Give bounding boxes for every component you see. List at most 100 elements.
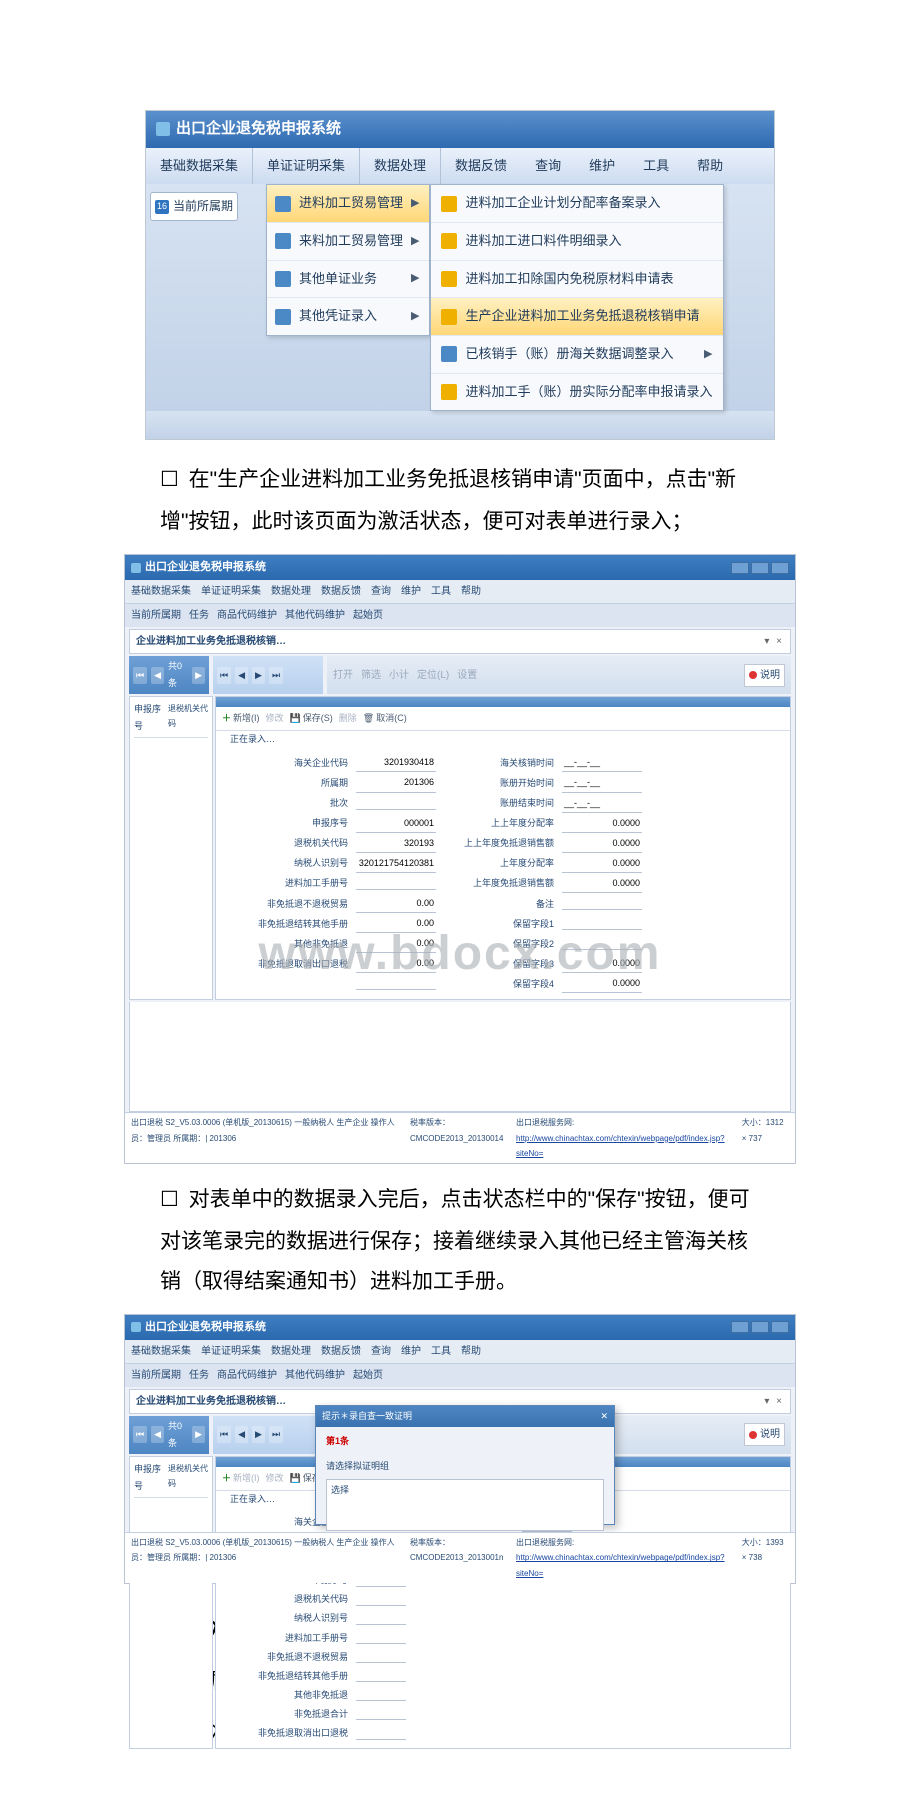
nav-prev-icon[interactable]: ◀ [151, 1426, 164, 1443]
menubar-item[interactable]: 数据反馈 [321, 1342, 361, 1361]
menu-item-other-voucher[interactable]: 其他凭证录入 ▶ [267, 297, 429, 335]
field-value[interactable]: __-__-__ [562, 774, 642, 792]
edit-button[interactable]: 修改 [266, 710, 284, 727]
field-value[interactable]: __-__-__ [562, 795, 642, 813]
submenu-item[interactable]: 进料加工扣除国内免税原材料申请表 [431, 260, 722, 298]
field-value[interactable] [562, 918, 642, 930]
add-button[interactable]: ＋新增(I) [222, 1470, 260, 1487]
menubar-item[interactable]: 数据反馈 [321, 582, 361, 601]
add-button[interactable]: ＋新增(I) [222, 710, 260, 727]
field-value[interactable] [562, 898, 642, 910]
menubar-item[interactable]: 维护 [401, 1342, 421, 1361]
nav-strip[interactable]: ⏮ ◀ 共0条 ▶ [129, 656, 209, 694]
field-value[interactable]: 201306 [356, 774, 436, 792]
field-value[interactable] [356, 1708, 406, 1720]
nav-prev-icon[interactable]: ◀ [235, 1426, 248, 1443]
close-button[interactable] [771, 1321, 789, 1333]
menubar-item[interactable]: 帮助 [683, 148, 737, 185]
action-filter[interactable]: 筛选 [361, 666, 381, 685]
minimize-button[interactable] [731, 562, 749, 574]
field-value[interactable] [356, 1689, 406, 1701]
submenu-item[interactable]: 已核销手（账）册海关数据调整录入 ▶ [431, 335, 722, 373]
menubar-item[interactable]: 单证证明采集 [201, 1342, 261, 1361]
field-value[interactable]: 0.00 [356, 915, 436, 933]
status-link[interactable]: http://www.chinachtax.com/chtexin/webpag… [516, 1553, 725, 1577]
field-value[interactable] [356, 878, 436, 890]
action-subtotal[interactable]: 小计 [389, 666, 409, 685]
field-value[interactable] [356, 1613, 406, 1625]
menubar-item[interactable]: 帮助 [461, 1342, 481, 1361]
menubar-item[interactable]: 维护 [575, 148, 629, 185]
field-value[interactable] [356, 1728, 406, 1740]
nav-last-icon[interactable]: ⏭ [269, 1426, 283, 1443]
nav-next-icon[interactable]: ▶ [192, 667, 205, 684]
help-button[interactable]: 说明 [744, 1423, 785, 1446]
field-value[interactable] [356, 798, 436, 810]
menu-item-feed-trade[interactable]: 进料加工贸易管理 ▶ [267, 185, 429, 222]
nav-next-icon[interactable]: ▶ [252, 667, 265, 684]
tab-item[interactable]: 商品代码维护 [217, 1366, 277, 1385]
field-value[interactable] [356, 1632, 406, 1644]
field-value[interactable]: 3201930418 [356, 754, 436, 772]
maximize-button[interactable] [751, 562, 769, 574]
field-value[interactable]: 0.00 [356, 895, 436, 913]
field-value[interactable] [562, 938, 642, 950]
action-locate[interactable]: 定位(L) [417, 666, 449, 685]
nav-first-icon[interactable]: ⏮ [133, 667, 147, 684]
menubar-item[interactable]: 查询 [371, 1342, 391, 1361]
submenu-item[interactable]: 进料加工进口料件明细录入 [431, 222, 722, 260]
menubar-item[interactable]: 维护 [401, 582, 421, 601]
tab-item[interactable]: 其他代码维护 [285, 1366, 345, 1385]
minimize-button[interactable] [731, 1321, 749, 1333]
nav-first-icon[interactable]: ⏮ [217, 667, 231, 684]
field-value[interactable] [356, 1594, 406, 1606]
menubar-item[interactable]: 数据反馈 [441, 148, 521, 185]
close-button[interactable] [771, 562, 789, 574]
tab-item[interactable]: 任务 [189, 606, 209, 625]
action-settings[interactable]: 设置 [457, 666, 477, 685]
help-button[interactable]: 说明 [744, 664, 785, 687]
nav-next-icon[interactable]: ▶ [192, 1426, 205, 1443]
field-value[interactable]: 0.0000 [562, 835, 642, 853]
field-value[interactable] [356, 1651, 406, 1663]
field-value[interactable]: 0.0000 [562, 855, 642, 873]
panel-controls[interactable]: ▾ × [764, 1392, 784, 1411]
tab-item[interactable]: 任务 [189, 1366, 209, 1385]
menubar-item[interactable]: 查询 [521, 148, 575, 185]
nav-strip[interactable]: ⏮ ◀ 共0条 ▶ [129, 1416, 209, 1454]
field-value[interactable]: 0.00 [356, 955, 436, 973]
menubar-item[interactable]: 帮助 [461, 582, 481, 601]
menubar-item[interactable]: 数据处理 [360, 148, 441, 185]
nav-prev-icon[interactable]: ◀ [151, 667, 164, 684]
field-value[interactable]: __-__-__ [562, 754, 642, 772]
menu-item-incoming-trade[interactable]: 来料加工贸易管理 ▶ [267, 222, 429, 260]
nav-last-icon[interactable]: ⏭ [269, 667, 283, 684]
menubar-item[interactable]: 单证证明采集 [253, 148, 360, 185]
panel-controls[interactable]: ▾ × [764, 632, 784, 651]
menubar-item[interactable]: 工具 [629, 148, 683, 185]
menubar-item[interactable]: 基础数据采集 [131, 582, 191, 601]
field-value[interactable]: 0.0000 [562, 875, 642, 893]
nav-first-icon[interactable]: ⏮ [133, 1426, 147, 1443]
menubar-item[interactable]: 基础数据采集 [146, 148, 253, 185]
tab-item[interactable]: 起始页 [353, 606, 383, 625]
tab-item[interactable]: 起始页 [353, 1366, 383, 1385]
field-value[interactable]: 0.0000 [562, 955, 642, 973]
nav-next-icon[interactable]: ▶ [252, 1426, 265, 1443]
status-link[interactable]: http://www.chinachtax.com/chtexin/webpag… [516, 1134, 725, 1158]
field-value[interactable]: 000001 [356, 815, 436, 833]
menubar-item[interactable]: 查询 [371, 582, 391, 601]
field-value[interactable]: 0.0000 [562, 975, 642, 993]
maximize-button[interactable] [751, 1321, 769, 1333]
tab-item[interactable]: 商品代码维护 [217, 606, 277, 625]
field-value[interactable] [356, 1670, 406, 1682]
menubar-item[interactable]: 单证证明采集 [201, 582, 261, 601]
submenu-item-selected[interactable]: 生产企业进料加工业务免抵退税核销申请 [431, 297, 722, 335]
field-value[interactable] [356, 978, 436, 990]
tab-item[interactable]: 其他代码维护 [285, 606, 345, 625]
field-value[interactable]: 320193 [356, 835, 436, 853]
submenu-item[interactable]: 进料加工手（账）册实际分配率申报请录入 [431, 373, 722, 411]
action-open[interactable]: 打开 [333, 666, 353, 685]
edit-button[interactable]: 修改 [266, 1470, 284, 1487]
menubar-item[interactable]: 数据处理 [271, 1342, 311, 1361]
